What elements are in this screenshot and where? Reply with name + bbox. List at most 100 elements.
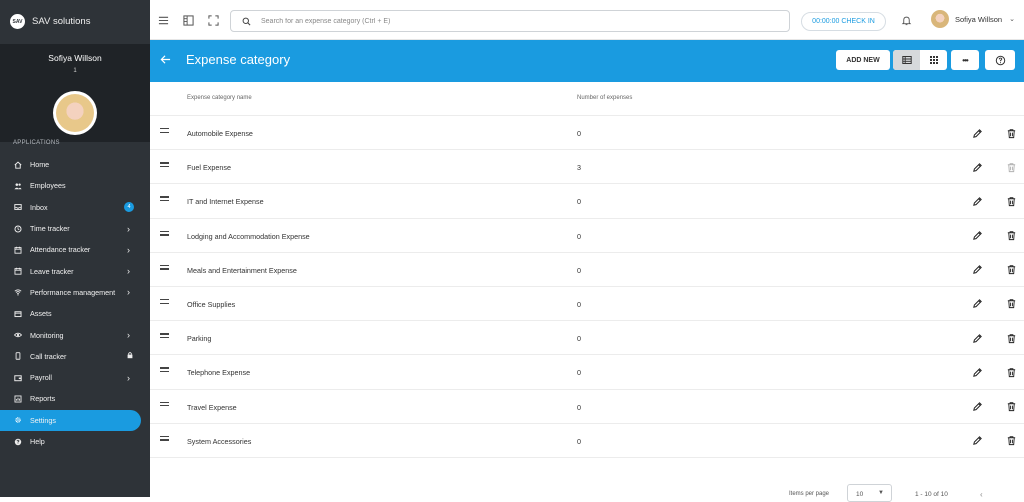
sidebar: SAV SAV solutions Sofiya Willson 1 APPLI… <box>0 0 150 497</box>
phone-icon <box>13 352 22 361</box>
sidebar-item-label: Leave tracker <box>30 266 74 276</box>
applications-label: APPLICATIONS <box>13 140 60 146</box>
edit-icon[interactable] <box>971 435 983 447</box>
sidebar-item-label: Help <box>30 437 45 446</box>
table-row[interactable]: Lodging and Accommodation Expense 0 <box>150 219 1024 253</box>
user-name: Sofiya Willson <box>955 14 1003 24</box>
table-row[interactable]: Automobile Expense 0 <box>150 116 1024 151</box>
drag-handle-icon[interactable] <box>160 162 169 169</box>
category-name: Lodging and Accommodation Expense <box>187 231 310 241</box>
search-input[interactable] <box>261 17 789 25</box>
grid-view-button[interactable] <box>920 50 947 70</box>
bell-icon[interactable] <box>900 14 912 26</box>
fullscreen-icon[interactable] <box>207 14 219 26</box>
help-circle-icon <box>13 437 22 446</box>
sidebar-item-reports[interactable]: Reports <box>0 388 150 409</box>
category-name: Parking <box>187 334 212 344</box>
table-row[interactable]: Meals and Entertainment Expense 0 <box>150 253 1024 287</box>
drag-handle-icon[interactable] <box>160 401 169 409</box>
chevron-right-icon: › <box>127 330 130 341</box>
edit-icon[interactable] <box>971 264 983 276</box>
grid-view-icon <box>929 56 938 64</box>
edit-icon[interactable] <box>971 127 983 139</box>
sidebar-item-time-tracker[interactable]: Time tracker › <box>0 218 150 239</box>
help-button[interactable] <box>985 50 1015 70</box>
column-header-count[interactable]: Number of expenses <box>577 95 632 101</box>
drag-handle-icon[interactable] <box>160 264 169 272</box>
sidebar-item-settings[interactable]: Settings <box>0 409 141 431</box>
avatar <box>931 10 949 28</box>
drag-handle-icon[interactable] <box>160 298 169 306</box>
sidebar-item-label: Assets <box>30 309 52 319</box>
table-row[interactable]: Parking 0 <box>150 321 1024 356</box>
table-row[interactable]: Telephone Expense 0 <box>150 355 1024 390</box>
sidebar-item-call-tracker[interactable]: Call tracker <box>0 346 150 367</box>
brand[interactable]: SAV SAV solutions <box>10 14 90 29</box>
brand-name: SAV solutions <box>32 16 91 27</box>
sidebar-item-help[interactable]: Help <box>0 431 150 452</box>
table-row[interactable]: Travel Expense 0 <box>150 390 1024 424</box>
edit-icon[interactable] <box>971 161 983 173</box>
sidebar-item-employees[interactable]: Employees <box>0 175 150 196</box>
delete-icon[interactable] <box>1005 401 1017 413</box>
sidebar-item-label: Settings <box>30 415 56 425</box>
previous-page-icon[interactable]: ‹ <box>980 490 983 499</box>
edit-icon[interactable] <box>971 230 983 242</box>
gear-icon <box>13 416 22 425</box>
table-row[interactable]: Office Supplies 0 <box>150 287 1024 322</box>
more-options-button[interactable]: ••• <box>951 50 979 70</box>
category-name: Automobile Expense <box>187 129 253 138</box>
edit-icon[interactable] <box>971 401 983 413</box>
menu-icon[interactable] <box>157 14 169 26</box>
table-view-button[interactable] <box>893 50 920 70</box>
table-row[interactable]: IT and Internet Expense 0 <box>150 184 1024 219</box>
sidebar-item-attendance-tracker[interactable]: Attendance tracker › <box>0 239 150 260</box>
drag-handle-icon[interactable] <box>160 128 169 135</box>
sidebar-item-assets[interactable]: Assets <box>0 303 150 324</box>
sidebar-item-performance-management[interactable]: Performance management › <box>0 282 150 303</box>
column-header-name[interactable]: Expense category name <box>187 95 252 101</box>
sidebar-item-monitoring[interactable]: Monitoring › <box>0 324 150 345</box>
sidebar-item-home[interactable]: Home <box>0 154 150 175</box>
profile-avatar[interactable] <box>53 91 97 135</box>
table-row[interactable]: System Accessories 0 <box>150 424 1024 458</box>
drag-handle-icon[interactable] <box>160 435 169 443</box>
delete-icon[interactable] <box>1005 298 1017 310</box>
delete-icon[interactable] <box>1005 332 1017 344</box>
user-menu[interactable]: Sofiya Willson ⌄ <box>931 10 1015 28</box>
page-header: Expense category ADD NEW ••• <box>150 40 1024 82</box>
delete-icon[interactable] <box>1005 195 1017 207</box>
items-per-page-label: Items per page <box>789 491 830 497</box>
expense-count: 0 <box>577 334 581 344</box>
profile-name: Sofiya Willson <box>48 53 102 63</box>
delete-icon[interactable] <box>1005 264 1017 276</box>
sidebar-item-leave-tracker[interactable]: Leave tracker › <box>0 260 150 281</box>
edit-icon[interactable] <box>971 332 983 344</box>
delete-icon[interactable] <box>1005 127 1017 139</box>
calendar-icon <box>13 267 22 276</box>
edit-icon[interactable] <box>971 298 983 310</box>
sidebar-nav: Home Employees Inbox 4 Time tracker › At… <box>0 154 150 452</box>
delete-icon[interactable] <box>1005 435 1017 447</box>
drag-handle-icon[interactable] <box>160 333 169 340</box>
add-new-button[interactable]: ADD NEW <box>836 50 890 70</box>
sidebar-item-payroll[interactable]: Payroll › <box>0 367 150 388</box>
panel-toggle-icon[interactable] <box>182 14 194 26</box>
check-in-button[interactable]: 00:00:00 CHECK IN <box>801 12 886 31</box>
signal-icon <box>13 288 22 297</box>
drag-handle-icon[interactable] <box>160 367 169 374</box>
drag-handle-icon[interactable] <box>160 230 169 238</box>
delete-icon[interactable] <box>1005 366 1017 378</box>
category-name: Office Supplies <box>187 299 236 309</box>
expense-count: 0 <box>577 402 581 412</box>
delete-icon[interactable] <box>1005 230 1017 242</box>
items-per-page-select[interactable]: 10 ▼ <box>847 484 892 502</box>
sidebar-item-inbox[interactable]: Inbox 4 <box>0 197 150 218</box>
pagination: Items per page 10 ▼ 1 - 10 of 10 ‹ <box>150 482 1024 502</box>
edit-icon[interactable] <box>971 195 983 207</box>
back-arrow-icon[interactable] <box>160 54 172 66</box>
table-row[interactable]: Fuel Expense 3 <box>150 150 1024 185</box>
category-name: IT and Internet Expense <box>187 197 264 207</box>
drag-handle-icon[interactable] <box>160 196 169 203</box>
edit-icon[interactable] <box>971 366 983 378</box>
